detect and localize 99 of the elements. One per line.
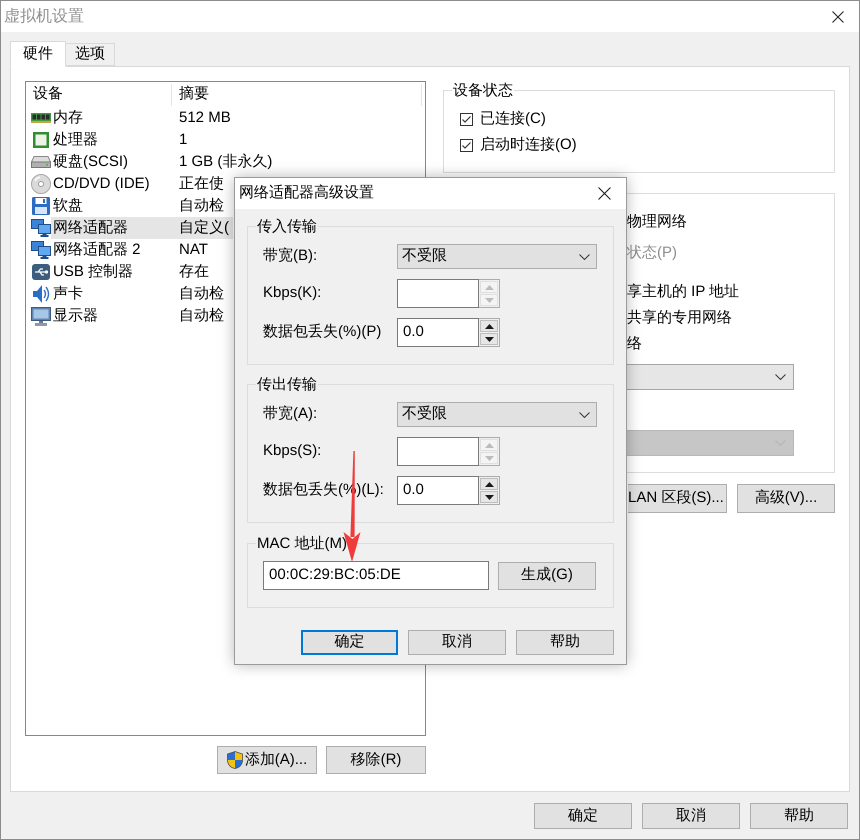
number-field[interactable] <box>397 437 479 466</box>
device-name: 处理器 <box>52 130 99 150</box>
tab[interactable]: 硬件 <box>10 41 66 67</box>
option-label: 共享的专用网络 <box>627 308 732 328</box>
chevron-down-icon <box>579 412 590 418</box>
monitor-icon <box>31 306 51 326</box>
usb-icon <box>32 264 50 280</box>
down-triangle-icon <box>484 456 494 460</box>
network-computers-icon <box>31 219 51 237</box>
up-triangle-icon <box>484 482 494 486</box>
close-icon <box>832 10 844 22</box>
dialog-button[interactable]: 帮助 <box>750 803 848 829</box>
option-label: 络 <box>627 334 642 354</box>
up-triangle-icon <box>484 442 494 448</box>
field-label: 带宽(A): <box>263 404 318 424</box>
device-row[interactable]: 声卡 自动检 <box>51 283 228 305</box>
list-action-button[interactable]: 移除(R) <box>326 746 426 774</box>
dropdown[interactable]: 不受限 <box>397 244 597 269</box>
chevron-down-icon <box>579 254 590 260</box>
close-icon <box>598 187 610 200</box>
window-title: 虚拟机设置 <box>3 6 84 26</box>
spin-up-button[interactable] <box>480 478 498 490</box>
number-field[interactable] <box>397 279 479 308</box>
column-header[interactable]: 摘要 <box>172 84 422 106</box>
device-summary: 1 GB (非永久) <box>179 152 272 172</box>
device-summary: 512 MB <box>179 108 231 128</box>
group-title: 设备状态 <box>452 82 514 99</box>
mac-address-field[interactable]: 00:0C:29:BC:05:DE <box>263 561 489 590</box>
generate-button[interactable]: 生成(G) <box>498 562 596 590</box>
device-summary: 自动检 <box>179 196 224 216</box>
field-label: Kbps(S): <box>263 441 322 462</box>
device-row[interactable]: 处理器 1 <box>51 129 192 151</box>
device-summary: 自定义( <box>179 218 229 238</box>
network-computers-icon <box>31 241 51 259</box>
device-summary: 存在 <box>179 262 209 282</box>
spin-down-button[interactable] <box>480 491 498 503</box>
dialog-button[interactable]: 确定 <box>534 803 632 829</box>
device-name: 内存 <box>52 108 84 128</box>
option-label: 启动时连接(O) <box>480 134 577 155</box>
memory-module-icon <box>31 113 51 123</box>
option-label: 物理网络 <box>627 212 687 232</box>
device-row[interactable]: 显示器 自动检 <box>51 305 228 327</box>
device-name: 硬盘(SCSI) <box>52 152 129 172</box>
column-header[interactable]: 设备 <box>26 84 172 106</box>
tab[interactable]: 选项 <box>65 43 115 66</box>
device-summary: 正在使 <box>179 174 224 194</box>
device-name: 声卡 <box>52 284 84 304</box>
device-name: 网络适配器 <box>52 218 129 238</box>
device-row[interactable]: 内存 512 MB <box>51 107 235 129</box>
up-triangle-icon <box>484 284 494 290</box>
option-label: 享主机的 IP 地址 <box>627 282 740 302</box>
up-triangle-icon <box>484 324 494 328</box>
chip-icon <box>33 132 49 148</box>
option-label: 状态(P) <box>627 242 677 263</box>
list-action-button[interactable]: 添加(A)... <box>217 746 317 774</box>
device-summary: 1 <box>179 130 188 150</box>
device-name: CD/DVD (IDE) <box>52 174 151 194</box>
group-title: 传出传输 <box>256 376 318 393</box>
device-row[interactable]: USB 控制器 存在 <box>51 261 213 283</box>
hard-drive-icon <box>31 156 51 168</box>
number-field[interactable]: 0.0 <box>397 318 479 347</box>
group-title: MAC 地址(M) <box>256 535 348 552</box>
device-row[interactable]: 网络适配器 2 NAT <box>51 239 212 261</box>
down-triangle-icon <box>484 298 494 302</box>
device-row[interactable]: 软盘 自动检 <box>51 195 228 217</box>
chevron-down-icon <box>775 374 786 380</box>
connection-button[interactable]: LAN 区段(S)... <box>628 484 727 513</box>
device-summary: 自动检 <box>179 284 224 304</box>
spin-down-button[interactable] <box>480 333 498 345</box>
device-row[interactable]: CD/DVD (IDE) 正在使 <box>51 173 228 195</box>
checkbox[interactable] <box>460 112 473 126</box>
field-label: 数据包丢失(%)(P) <box>263 322 382 342</box>
dialog-button[interactable]: 取消 <box>408 630 506 655</box>
device-name: 软盘 <box>52 196 84 216</box>
dialog-button[interactable]: 帮助 <box>516 630 614 655</box>
device-summary: NAT <box>179 240 208 260</box>
device-summary: 自动检 <box>179 306 224 326</box>
dialog-button[interactable]: 取消 <box>642 803 740 829</box>
device-row[interactable]: 网络适配器 自定义( <box>51 217 233 239</box>
checkbox[interactable] <box>460 138 473 152</box>
option-label: 已连接(C) <box>480 108 546 129</box>
field-label: Kbps(K): <box>263 283 322 304</box>
connection-button[interactable]: 高级(V)... <box>737 484 835 513</box>
down-triangle-icon <box>484 336 494 342</box>
disc-icon <box>31 174 51 194</box>
group-title: 传入传输 <box>256 218 318 235</box>
dropdown[interactable]: 不受限 <box>397 402 597 427</box>
spin-up-button[interactable] <box>480 320 498 332</box>
device-row[interactable]: 硬盘(SCSI) 1 GB (非永久) <box>51 151 276 173</box>
dialog-button[interactable]: 确定 <box>301 630 398 655</box>
device-name: 显示器 <box>52 306 99 326</box>
number-field[interactable]: 0.0 <box>397 476 479 505</box>
field-label: 带宽(B): <box>263 246 318 266</box>
down-triangle-icon <box>484 494 494 500</box>
device-name: 网络适配器 2 <box>52 240 142 260</box>
shield-icon <box>226 751 243 769</box>
dialog-title: 网络适配器高级设置 <box>238 183 374 204</box>
device-name: USB 控制器 <box>52 262 134 282</box>
speaker-icon <box>32 284 50 304</box>
